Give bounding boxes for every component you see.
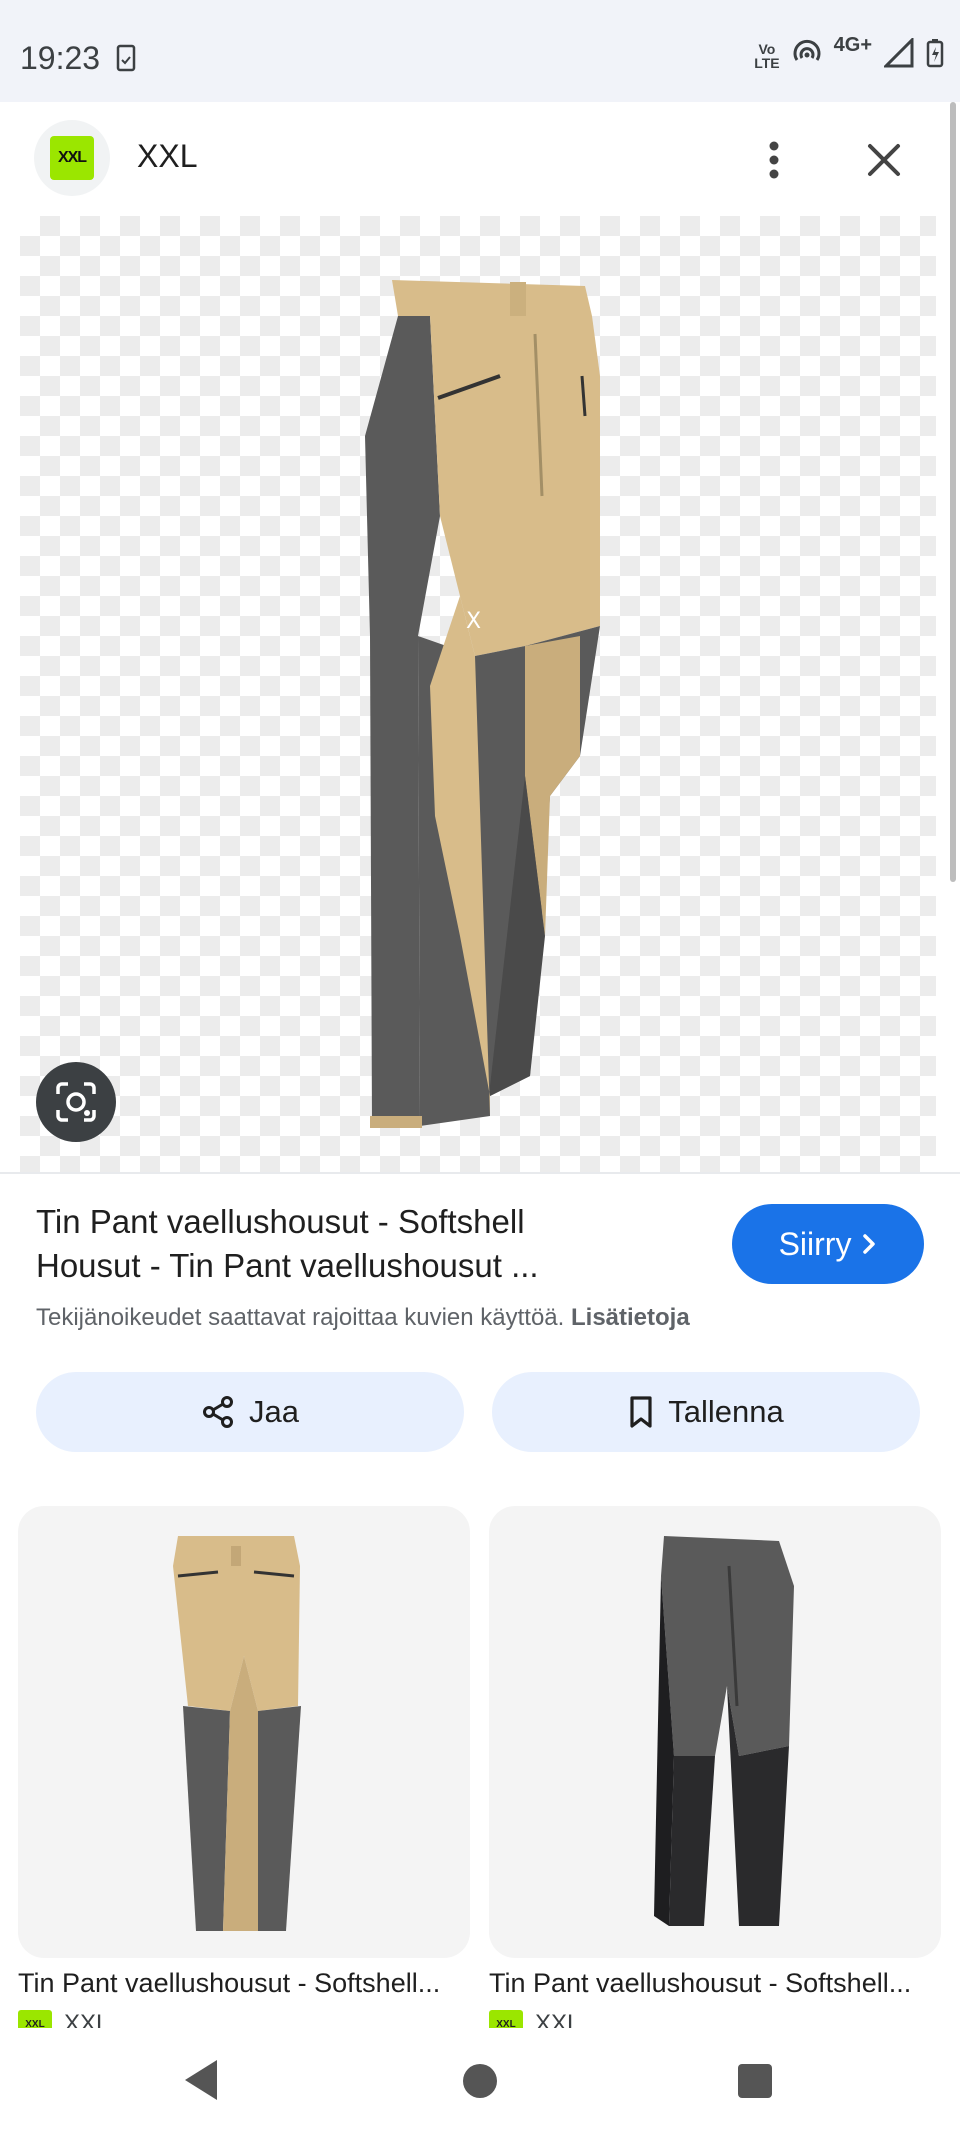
- pants-illustration: Ⅹ: [365, 280, 600, 1128]
- related-card[interactable]: [489, 1506, 941, 1958]
- xxl-mini-logo: XXL: [489, 2010, 523, 2028]
- related-card-title[interactable]: Tin Pant vaellushousut - Softshell...: [489, 1968, 941, 1999]
- divider: [0, 1172, 960, 1174]
- product-title[interactable]: Tin Pant vaellushousut - Softshell Housu…: [36, 1200, 596, 1288]
- xxl-mini-logo: XXL: [18, 2010, 52, 2028]
- hotspot-icon: [792, 38, 822, 73]
- chevron-right-icon: [863, 1234, 876, 1254]
- page-scrollbar[interactable]: [950, 102, 956, 882]
- copyright-text: Tekijänoikeudet saattavat rajoittaa kuvi…: [36, 1304, 565, 1331]
- site-name[interactable]: XXL: [137, 138, 197, 175]
- network-type: 4G+: [833, 34, 872, 56]
- learn-more-link[interactable]: Lisätietoja: [571, 1304, 690, 1331]
- visit-label: Siirry: [778, 1225, 852, 1262]
- bookmark-icon: [630, 1396, 652, 1428]
- xxl-logo: XXL: [50, 136, 94, 180]
- battery-icon: [926, 38, 944, 73]
- status-time: 19:23: [20, 40, 101, 76]
- system-nav-bar: [0, 2030, 960, 2133]
- sim-card-icon: [116, 44, 136, 77]
- copyright-notice: Tekijänoikeudet saattavat rajoittaa kuvi…: [36, 1304, 690, 1332]
- site-logo[interactable]: XXL: [34, 120, 110, 196]
- more-vert-icon: [769, 141, 779, 179]
- status-bar: 19:23 Vo LTE 4G+: [0, 0, 960, 102]
- status-icons: Vo LTE 4G+: [754, 34, 944, 73]
- save-label: Tallenna: [668, 1394, 784, 1429]
- related-card-source: XXL XXL: [18, 2010, 109, 2028]
- visit-button[interactable]: Siirry: [732, 1204, 924, 1284]
- share-icon: [203, 1396, 233, 1428]
- volte-icon: Vo LTE: [754, 40, 780, 71]
- source-name: XXL: [64, 2010, 110, 2028]
- lens-icon: [56, 1082, 96, 1122]
- signal-icon: [882, 36, 914, 73]
- close-icon: [868, 144, 900, 176]
- share-label: Jaa: [249, 1394, 299, 1429]
- related-image-black-pants: [654, 1536, 794, 1926]
- related-card-title[interactable]: Tin Pant vaellushousut - Softshell...: [18, 1968, 470, 1999]
- more-options-button[interactable]: [750, 132, 798, 188]
- back-icon[interactable]: [183, 2058, 219, 2102]
- home-icon[interactable]: [463, 2064, 497, 2098]
- share-button[interactable]: Jaa: [36, 1372, 464, 1452]
- lens-search-button[interactable]: [36, 1062, 116, 1142]
- related-card[interactable]: [18, 1506, 470, 1958]
- viewer-header: XXL XXL: [0, 102, 960, 216]
- related-image-tan-pants: [173, 1536, 301, 1931]
- recents-icon[interactable]: [738, 2064, 772, 2098]
- related-card-source: XXL XXL: [489, 2010, 580, 2028]
- svg-text:Ⅹ: Ⅹ: [466, 609, 481, 634]
- close-button[interactable]: [856, 132, 912, 188]
- save-button[interactable]: Tallenna: [492, 1372, 920, 1452]
- product-image[interactable]: Ⅹ: [20, 216, 936, 1174]
- source-name: XXL: [535, 2010, 581, 2028]
